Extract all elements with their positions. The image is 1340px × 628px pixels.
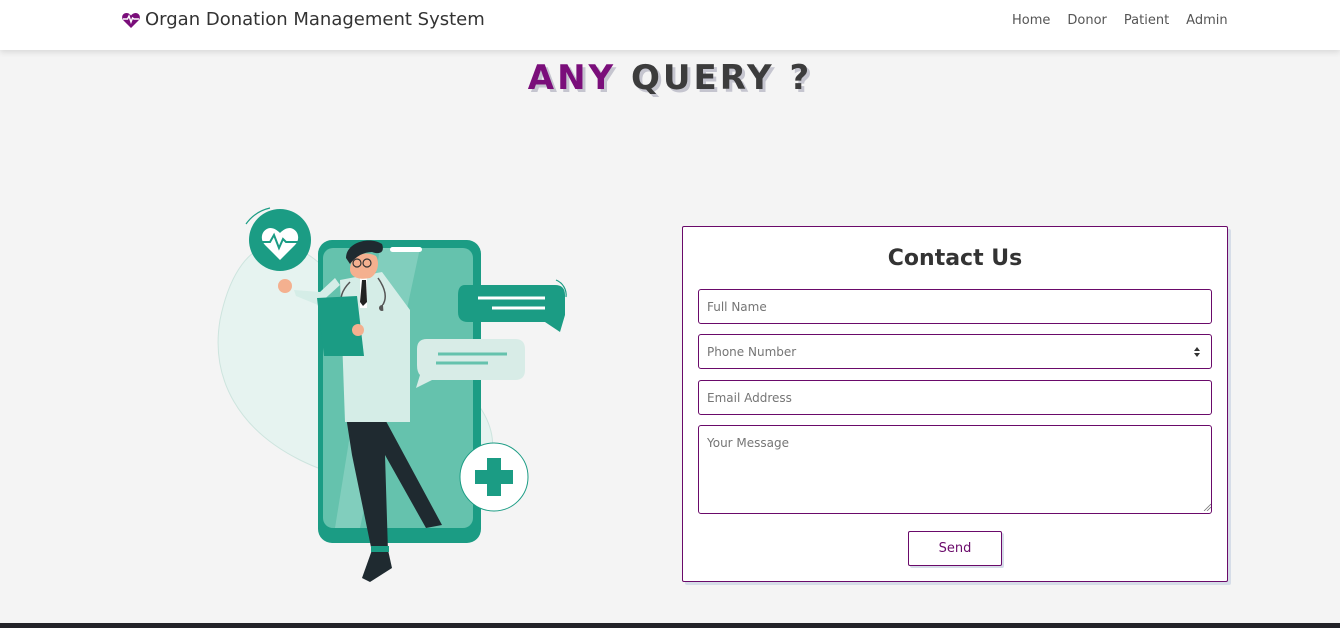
brand-text: Organ Donation Management System <box>145 9 485 30</box>
footer-strip <box>0 623 1340 628</box>
nav-admin[interactable]: Admin <box>1186 13 1227 28</box>
heartbeat-icon <box>122 12 140 28</box>
nav-donor[interactable]: Donor <box>1067 13 1107 28</box>
navbar: Organ Donation Management System Home Do… <box>0 0 1340 50</box>
page-heading: ANY QUERY ? <box>0 58 1340 98</box>
number-spinner-icon[interactable] <box>1191 346 1203 358</box>
brand-link[interactable]: Organ Donation Management System <box>121 9 485 30</box>
full-name-input[interactable] <box>698 289 1212 324</box>
nav-patient[interactable]: Patient <box>1124 13 1169 28</box>
resize-grip-icon[interactable] <box>1203 503 1211 511</box>
phone-number-input[interactable] <box>698 334 1212 369</box>
heading-word-any: ANY <box>527 58 617 98</box>
message-textarea[interactable] <box>698 425 1212 514</box>
heading-word-query: QUERY ? <box>630 58 813 98</box>
nav-links: Home Donor Patient Admin <box>1012 13 1228 28</box>
nav-home[interactable]: Home <box>1012 13 1050 28</box>
email-address-input[interactable] <box>698 380 1212 415</box>
send-button[interactable]: Send <box>908 531 1002 566</box>
contact-form-card: Contact Us Send <box>682 226 1228 582</box>
contact-title: Contact Us <box>887 246 1023 271</box>
doctor-phone-illustration <box>217 207 567 582</box>
